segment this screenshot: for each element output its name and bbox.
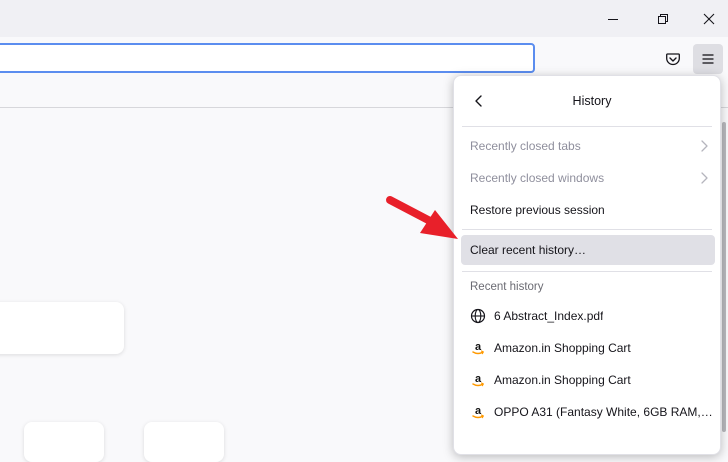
history-entry[interactable]: a OPPO A31 (Fantasy White, 6GB RAM, 1… — [461, 397, 715, 427]
red-arrow-annotation — [386, 196, 458, 239]
menu-item-label: Restore previous session — [470, 203, 605, 217]
history-entry-title: Amazon.in Shopping Cart — [494, 373, 631, 387]
restore-button[interactable] — [640, 0, 686, 37]
separator — [462, 229, 712, 230]
amazon-icon: a — [470, 340, 486, 356]
menu-item-label: Recently closed tabs — [470, 139, 581, 153]
menu-item-clear-recent-history[interactable]: Clear recent history… — [461, 235, 715, 265]
menu-item-recently-closed-tabs[interactable]: Recently closed tabs — [461, 131, 715, 161]
amazon-icon: a — [470, 372, 486, 388]
chevron-right-icon — [701, 172, 708, 184]
minimize-icon — [608, 18, 618, 20]
panel-header: History — [454, 76, 720, 126]
svg-text:a: a — [475, 405, 482, 417]
minimize-button[interactable] — [590, 0, 636, 37]
globe-icon — [470, 308, 486, 324]
arrow-shaft — [386, 196, 436, 226]
pocket-icon — [666, 53, 680, 66]
url-bar[interactable] — [0, 43, 535, 73]
history-entry[interactable]: 6 Abstract_Index.pdf — [461, 301, 715, 331]
chevron-right-icon — [701, 140, 708, 152]
amazon-icon: a — [470, 404, 486, 420]
history-entry-title: OPPO A31 (Fantasy White, 6GB RAM, 1… — [494, 405, 714, 419]
pocket-button[interactable] — [658, 44, 688, 74]
chevron-left-icon — [475, 95, 482, 107]
close-button[interactable] — [686, 0, 728, 37]
close-icon — [703, 13, 715, 24]
content-card[interactable] — [0, 302, 124, 354]
shortcut-tile[interactable] — [24, 422, 104, 462]
back-button[interactable] — [466, 88, 492, 114]
menu-item-label: Clear recent history… — [470, 243, 587, 257]
svg-text:a: a — [475, 341, 482, 353]
scrollbar-thumb[interactable] — [722, 122, 726, 432]
history-panel: History Recently closed tabs Recently cl… — [453, 75, 721, 455]
shortcut-tile[interactable] — [144, 422, 224, 462]
separator — [462, 271, 712, 272]
menu-item-label: Recently closed windows — [470, 171, 605, 185]
restore-icon — [658, 13, 668, 24]
recent-history-heading: Recent history — [470, 281, 544, 293]
history-entry-title: Amazon.in Shopping Cart — [494, 341, 631, 355]
title-bar — [0, 0, 728, 37]
svg-text:a: a — [475, 373, 482, 385]
panel-title: History — [572, 94, 612, 108]
app-menu-button[interactable] — [693, 44, 723, 74]
history-entry[interactable]: a Amazon.in Shopping Cart — [461, 333, 715, 363]
history-entry-title: 6 Abstract_Index.pdf — [494, 309, 604, 323]
history-entry[interactable]: a Amazon.in Shopping Cart — [461, 365, 715, 395]
menu-item-restore-previous-session[interactable]: Restore previous session — [461, 195, 715, 225]
page-scrollbar[interactable] — [720, 108, 728, 438]
hamburger-menu-icon — [702, 54, 714, 64]
separator — [462, 126, 712, 127]
menu-item-recently-closed-windows[interactable]: Recently closed windows — [461, 163, 715, 193]
